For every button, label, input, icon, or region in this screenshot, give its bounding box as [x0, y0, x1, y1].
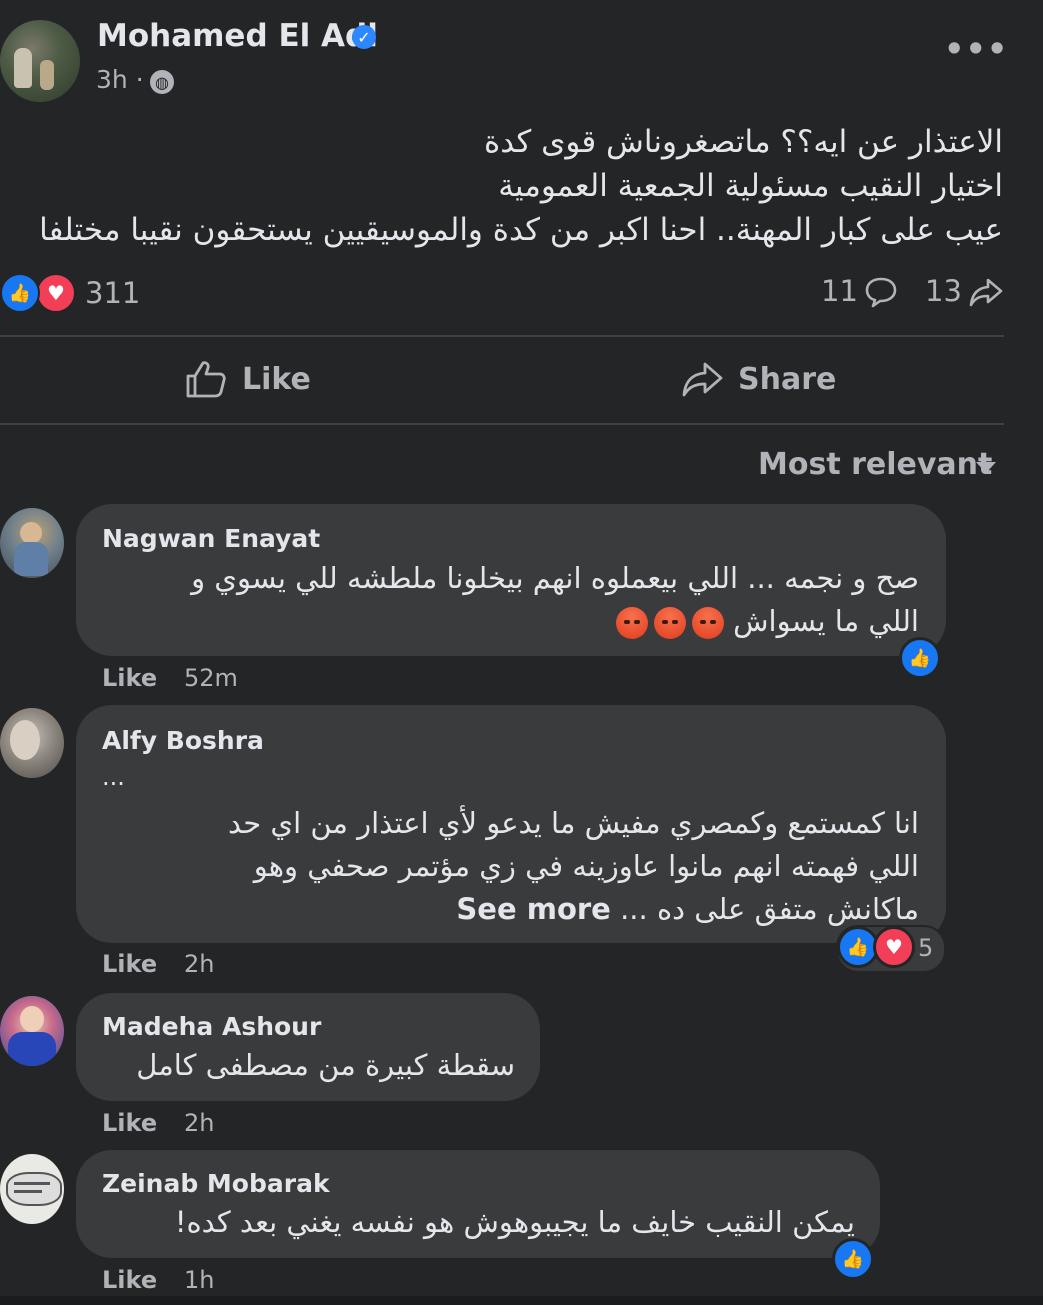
- like-button[interactable]: Like: [184, 358, 311, 400]
- comment-reaction-count[interactable]: 5: [918, 934, 933, 962]
- angry-emoji-icon: [691, 607, 724, 639]
- comment-like-button[interactable]: Like: [102, 950, 157, 978]
- comment-time[interactable]: 1h: [184, 1266, 214, 1294]
- commenter-name[interactable]: Nagwan Enayat: [102, 524, 320, 553]
- comment-text-line: انا كمستمع وكمصري مفيش ما يدعو لأي اعتذا…: [228, 806, 919, 840]
- author-name[interactable]: Mohamed El Adl: [97, 18, 378, 54]
- share-icon[interactable]: [968, 276, 1004, 308]
- reaction-count[interactable]: 311: [85, 276, 140, 310]
- commenter-name[interactable]: Madeha Ashour: [102, 1012, 321, 1041]
- comment-text-line: ماكانش متفق على ده ... See more: [228, 888, 919, 931]
- comment-icon[interactable]: [864, 276, 898, 308]
- caret-down-icon[interactable]: [976, 462, 996, 473]
- love-reaction-icon[interactable]: ♥: [873, 926, 915, 968]
- commenter-avatar[interactable]: [0, 708, 64, 778]
- see-more-link[interactable]: See more: [456, 892, 610, 926]
- comment-like-button[interactable]: Like: [102, 664, 157, 692]
- comment-text: يمكن النقيب خايف ما يجيبوهوش هو نفسه يغن…: [175, 1201, 855, 1244]
- post-text-line: اختيار النقيب مسئولية الجمعية العمومية: [498, 168, 1003, 204]
- commenter-name[interactable]: Zeinab Mobarak: [102, 1169, 330, 1198]
- comment-sort-dropdown[interactable]: Most relevant: [758, 447, 992, 482]
- globe-icon: ◍: [150, 70, 174, 94]
- share-button[interactable]: Share: [680, 358, 836, 400]
- comment-text-line: صح و نجمه ... اللي بيعملوه انهم بيخلونا …: [191, 561, 919, 595]
- comment-text-line: سقطة كبيرة من مصطفى كامل: [136, 1048, 515, 1082]
- commenter-avatar[interactable]: [0, 1154, 64, 1224]
- divider: [0, 335, 1004, 337]
- comment-text-line: ماكانش متفق على ده ...: [620, 892, 919, 926]
- comment-text: سقطة كبيرة من مصطفى كامل: [136, 1044, 515, 1087]
- comments-count[interactable]: 11: [821, 274, 858, 308]
- post-text-line: عيب على كبار المهنة.. احنا اكبر من كدة و…: [39, 212, 1003, 248]
- thumbs-up-icon: [186, 361, 226, 398]
- more-options-button[interactable]: •••: [944, 30, 1008, 68]
- like-reaction-icon[interactable]: 👍: [899, 637, 941, 679]
- post-text-line: الاعتذار عن ايه؟؟ ماتصغروناش قوى كدة: [483, 124, 1003, 160]
- bottom-edge: [0, 1296, 1043, 1305]
- comment-text-line: يمكن النقيب خايف ما يجيبوهوش هو نفسه يغن…: [174, 1205, 855, 1239]
- comment-text-line: اللي فهمته انهم مانوا عاوزينه في زي مؤتم…: [253, 849, 919, 883]
- angry-emoji-icon: [615, 607, 648, 639]
- like-button-label: Like: [242, 361, 311, 397]
- divider: [0, 423, 1004, 425]
- comment-time[interactable]: 2h: [184, 1109, 214, 1137]
- share-icon: [682, 362, 723, 397]
- angry-emoji-icon: [653, 607, 686, 639]
- share-button-label: Share: [738, 361, 837, 397]
- commenter-avatar[interactable]: [0, 996, 64, 1066]
- love-reaction-icon[interactable]: ♥: [36, 273, 76, 313]
- comment-like-button[interactable]: Like: [102, 1266, 157, 1294]
- author-avatar[interactable]: [0, 20, 80, 102]
- shares-count[interactable]: 13: [925, 274, 962, 308]
- like-reaction-icon[interactable]: 👍: [832, 1238, 874, 1280]
- comment-text-line: اللي ما يسواش: [191, 600, 919, 643]
- verified-badge-icon: ✓: [352, 25, 376, 49]
- comment-text: صح و نجمه ... اللي بيعملوه انهم بيخلونا …: [191, 557, 919, 643]
- comment-text: انا كمستمع وكمصري مفيش ما يدعو لأي اعتذا…: [228, 802, 919, 931]
- comment-text-line: اللي ما يسواش: [733, 604, 919, 638]
- commenter-avatar[interactable]: [0, 508, 64, 578]
- comment-text-line: ...: [102, 763, 125, 791]
- comment-time[interactable]: 52m: [184, 664, 238, 692]
- post-time[interactable]: 3h ·: [96, 65, 144, 94]
- like-reaction-icon[interactable]: 👍: [0, 273, 40, 313]
- comment-like-button[interactable]: Like: [102, 1109, 157, 1137]
- commenter-name[interactable]: Alfy Boshra: [102, 726, 264, 755]
- post-text: الاعتذار عن ايه؟؟ ماتصغروناش قوى كدة اخت…: [23, 120, 1003, 252]
- comment-time[interactable]: 2h: [184, 950, 214, 978]
